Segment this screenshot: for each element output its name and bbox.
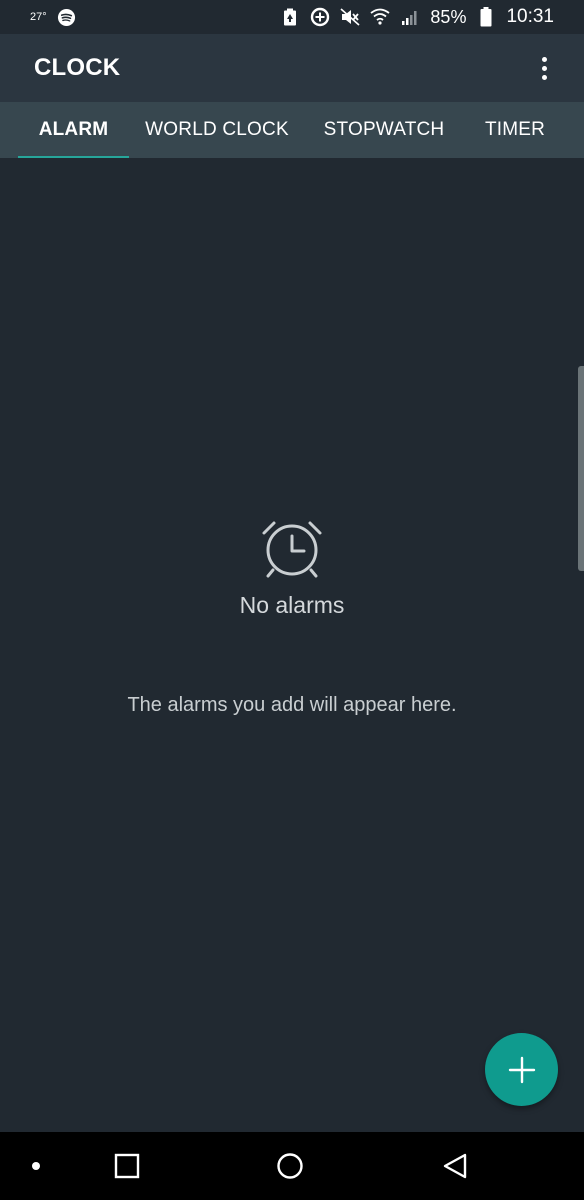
scroll-handle[interactable] [578, 366, 584, 571]
add-icon [508, 1056, 535, 1083]
empty-state-description: The alarms you add will appear here. [127, 694, 457, 716]
overview-button[interactable] [100, 1132, 154, 1200]
alarm-list-empty: No alarms The alarms you add will appear… [0, 158, 584, 1132]
status-bar: 27° 85% 10:31 [0, 0, 584, 34]
more-options-button[interactable] [534, 53, 554, 83]
signal-icon [400, 7, 420, 27]
tab-timer[interactable]: TIMER [472, 102, 558, 158]
more-vert-icon-dot [541, 74, 547, 80]
navigation-bar [0, 1132, 584, 1200]
more-vert-icon [541, 56, 547, 62]
battery-saver-icon [280, 7, 300, 27]
app-title: CLOCK [34, 54, 121, 81]
overview-icon [114, 1153, 140, 1179]
more-vert-icon-dot [541, 65, 547, 71]
alarm-clock-icon [258, 520, 326, 580]
recent-apps-dot-icon[interactable] [18, 1132, 54, 1200]
data-saver-icon [310, 7, 330, 27]
wifi-icon [370, 7, 390, 27]
app-bar: CLOCK [0, 34, 584, 102]
mute-icon [340, 7, 360, 27]
tab-alarm[interactable]: ALARM [18, 102, 129, 158]
home-icon [277, 1153, 303, 1179]
status-bar-right: 85% 10:31 [280, 6, 554, 28]
back-button[interactable] [428, 1132, 482, 1200]
add-alarm-button[interactable] [485, 1033, 558, 1106]
spotify-icon [57, 7, 77, 27]
back-icon [443, 1153, 467, 1179]
temperature-text: 27° [30, 11, 47, 23]
tab-world-clock[interactable]: WORLD CLOCK [139, 102, 295, 158]
empty-state-title: No alarms [239, 592, 345, 618]
tab-stopwatch[interactable]: STOPWATCH [313, 102, 455, 158]
tab-bar: ALARM WORLD CLOCK STOPWATCH TIMER [0, 102, 584, 159]
home-button[interactable] [262, 1132, 318, 1200]
battery-percent-text: 85% [430, 6, 467, 27]
status-bar-left: 27° [30, 7, 77, 27]
status-time: 10:31 [506, 6, 554, 27]
battery-icon [476, 7, 496, 27]
